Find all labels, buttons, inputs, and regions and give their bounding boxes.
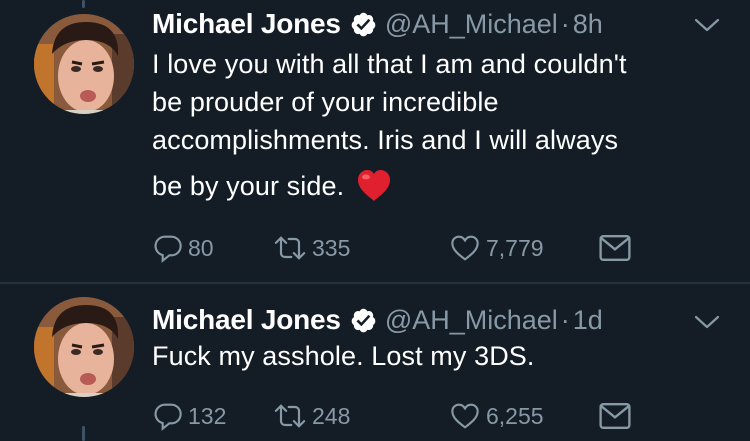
chevron-down-icon[interactable] [694,17,720,33]
verified-badge-icon [351,308,376,332]
author-name[interactable]: Michael Jones [152,8,341,40]
avatar[interactable] [34,297,134,397]
reply-count: 80 [188,234,214,261]
heart-icon [451,235,479,261]
tweet-text-line: be by your side. [152,171,345,201]
avatar-image [34,14,134,114]
reply-count: 132 [188,402,227,429]
tweet-text: I love you with all that I am and couldn… [152,45,722,205]
direct-message-button[interactable] [598,231,632,265]
avatar[interactable] [34,14,134,114]
tweet-text-line: be prouder of your incredible [152,87,499,117]
tweet-timestamp[interactable]: 1d [573,305,603,336]
tweet[interactable]: Michael Jones @AH_Michael · 8h I love yo… [0,0,750,282]
verified-badge-icon [351,12,376,36]
author-handle[interactable]: @AH_Michael [385,9,558,40]
tweet-text-line: Fuck my asshole. Lost my 3DS. [152,341,535,371]
retweet-icon [274,236,306,260]
tweet-header: Michael Jones @AH_Michael · 1d [152,302,603,338]
retweet-count: 248 [312,402,351,429]
envelope-icon [599,403,631,429]
tweet-actions: 132 248 6,255 [152,399,692,433]
retweet-button[interactable]: 248 [272,399,350,433]
like-count: 7,779 [486,234,544,261]
tweet-text-line-last: be by your side. [152,167,722,205]
tweet-text: Fuck my asshole. Lost my 3DS. [152,337,722,375]
tweet-header: Michael Jones @AH_Michael · 8h [152,6,603,42]
author-handle[interactable]: @AH_Michael [385,305,558,336]
avatar-image [34,297,134,397]
like-button[interactable]: 7,779 [448,231,544,265]
red-heart-emoji-icon [358,170,391,201]
reply-icon [154,235,182,263]
like-button[interactable]: 6,255 [448,399,544,433]
separator-dot: · [560,8,570,39]
like-count: 6,255 [486,402,544,429]
retweet-count: 335 [312,234,351,261]
retweet-button[interactable]: 335 [272,231,350,265]
author-name[interactable]: Michael Jones [152,304,341,336]
tweet-actions: 80 335 7,779 [152,231,692,265]
reply-button[interactable]: 80 [152,231,214,265]
retweet-icon [274,404,306,428]
tweet-text-line: I love you with all that I am and couldn… [152,49,627,79]
tweet[interactable]: Michael Jones @AH_Michael · 1d Fuck my a… [0,284,750,441]
direct-message-button[interactable] [598,399,632,433]
separator-dot: · [560,304,570,335]
tweet-text-line: accomplishments. Iris and I will always [152,125,619,155]
reply-icon [154,403,182,431]
chevron-down-icon[interactable] [694,314,720,330]
reply-button[interactable]: 132 [152,399,226,433]
tweet-timestamp[interactable]: 8h [573,9,603,40]
envelope-icon [599,235,631,261]
heart-icon [451,403,479,429]
